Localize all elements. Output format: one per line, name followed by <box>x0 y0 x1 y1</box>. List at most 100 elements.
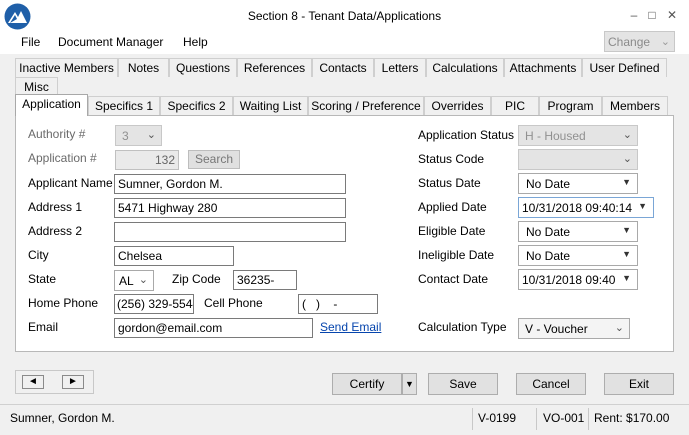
tab-letters[interactable]: Letters <box>374 58 426 77</box>
home-phone-label: Home Phone <box>28 296 99 310</box>
eligible-date-label: Eligible Date <box>418 224 486 238</box>
ineligible-date-label: Ineligible Date <box>418 248 495 262</box>
tab-scoring-preference[interactable]: Scoring / Preference <box>308 96 424 115</box>
menu-help[interactable]: Help <box>183 35 208 49</box>
status-tenant-name: Sumner, Gordon M. <box>10 411 115 425</box>
minimize-button[interactable]: – <box>626 8 642 22</box>
tab-references[interactable]: References <box>237 58 312 77</box>
address2-label: Address 2 <box>28 224 83 238</box>
chevron-down-icon: ⌄ <box>614 322 624 334</box>
applied-date-value: 10/31/2018 09:40:14 <box>522 201 633 215</box>
state-label: State <box>28 272 57 286</box>
tab-user-defined[interactable]: User Defined <box>582 58 667 77</box>
chevron-down-icon: ⌄ <box>660 36 670 48</box>
search-button[interactable]: Search <box>188 150 240 169</box>
status-code-select[interactable]: ⌄ <box>518 149 638 170</box>
previous-record-button[interactable]: ◄ <box>22 375 44 389</box>
caret-down-icon: ▼ <box>405 379 414 389</box>
address1-label: Address 1 <box>28 200 83 214</box>
change-dropdown[interactable]: Change ⌄ <box>604 31 675 52</box>
chevron-down-icon: ⌄ <box>146 129 156 141</box>
contact-date-picker[interactable]: 10/31/2018 09:40 ▼ <box>518 269 638 290</box>
state-value: AL <box>119 274 134 288</box>
change-dropdown-label: Change <box>608 35 651 49</box>
caret-down-icon: ▼ <box>622 225 631 235</box>
send-email-link[interactable]: Send Email <box>320 320 381 334</box>
status-date-label: Status Date <box>418 176 481 190</box>
state-select[interactable]: AL ⌄ <box>114 270 154 291</box>
zip-code-field[interactable]: 36235- <box>233 270 297 290</box>
arrow-left-icon: ◄ <box>28 376 38 387</box>
exit-button[interactable]: Exit <box>604 373 674 395</box>
address1-field[interactable]: 5471 Highway 280 <box>114 198 346 218</box>
tab-program[interactable]: Program <box>539 96 602 115</box>
tab-specifics-1[interactable]: Specifics 1 <box>88 96 160 115</box>
status-rent: Rent: $170.00 <box>594 411 670 425</box>
certify-dropdown-button[interactable]: ▼ <box>402 373 417 395</box>
cancel-button[interactable]: Cancel <box>516 373 586 395</box>
authority-value: 3 <box>122 129 129 143</box>
ineligible-date-picker[interactable]: No Date ▼ <box>518 245 638 266</box>
maximize-button[interactable]: □ <box>644 8 660 22</box>
calculation-type-select[interactable]: V - Voucher ⌄ <box>518 318 630 339</box>
caret-down-icon: ▼ <box>622 273 631 283</box>
city-label: City <box>28 248 49 262</box>
tab-waiting-list[interactable]: Waiting List <box>233 96 308 115</box>
email-field[interactable]: gordon@email.com <box>114 318 313 338</box>
cell-phone-label: Cell Phone <box>204 296 263 310</box>
home-phone-field[interactable]: (256) 329-5544 <box>114 294 194 314</box>
address2-field[interactable] <box>114 222 346 242</box>
status-vo-code: VO-001 <box>543 411 585 425</box>
close-button[interactable]: ✕ <box>664 8 680 22</box>
city-field[interactable]: Chelsea <box>114 246 234 266</box>
eligible-date-picker[interactable]: No Date ▼ <box>518 221 638 242</box>
chevron-down-icon: ⌄ <box>622 129 632 141</box>
status-separator <box>588 408 589 430</box>
ineligible-date-value: No Date <box>526 249 571 263</box>
application-status-value: H - Housed <box>525 129 586 143</box>
status-voucher-number: V-0199 <box>478 411 517 425</box>
chevron-down-icon: ⌄ <box>622 153 632 165</box>
caret-down-icon: ▼ <box>622 249 631 259</box>
application-status-label: Application Status <box>418 128 515 142</box>
calculation-type-value: V - Voucher <box>525 322 588 336</box>
tab-questions[interactable]: Questions <box>169 58 237 77</box>
tab-notes[interactable]: Notes <box>118 58 169 77</box>
status-separator <box>472 408 473 430</box>
certify-button[interactable]: Certify <box>332 373 402 395</box>
application-number-field[interactable]: 132 <box>115 150 179 170</box>
applicant-name-field[interactable]: Sumner, Gordon M. <box>114 174 346 194</box>
calculation-type-label: Calculation Type <box>418 320 507 334</box>
authority-select[interactable]: 3 ⌄ <box>115 125 162 146</box>
menu-document-manager[interactable]: Document Manager <box>58 35 163 49</box>
tab-inactive-members[interactable]: Inactive Members <box>15 58 118 77</box>
tab-pic[interactable]: PIC <box>491 96 539 115</box>
cell-phone-field[interactable]: ( ) - <box>298 294 378 314</box>
applicant-name-label: Applicant Name <box>28 176 113 190</box>
tab-members[interactable]: Members <box>602 96 668 115</box>
status-date-picker[interactable]: No Date ▼ <box>518 173 638 194</box>
applied-date-picker[interactable]: 10/31/2018 09:40:14 ▼ <box>518 197 654 218</box>
zip-code-label: Zip Code <box>172 272 221 286</box>
tab-calculations[interactable]: Calculations <box>426 58 504 77</box>
tab-attachments[interactable]: Attachments <box>504 58 582 77</box>
caret-down-icon: ▼ <box>638 201 647 211</box>
arrow-right-icon: ► <box>68 376 78 387</box>
menu-file[interactable]: File <box>21 35 40 49</box>
chevron-down-icon: ⌄ <box>138 274 148 286</box>
applied-date-label: Applied Date <box>418 200 487 214</box>
tab-specifics-2[interactable]: Specifics 2 <box>160 96 233 115</box>
status-code-label: Status Code <box>418 152 485 166</box>
authority-label: Authority # <box>28 127 86 141</box>
status-date-value: No Date <box>526 177 571 191</box>
window-title: Section 8 - Tenant Data/Applications <box>247 9 442 23</box>
tab-application[interactable]: Application <box>15 94 88 116</box>
caret-down-icon: ▼ <box>622 177 631 187</box>
contact-date-value: 10/31/2018 09:40 <box>522 273 616 287</box>
next-record-button[interactable]: ► <box>62 375 84 389</box>
contact-date-label: Contact Date <box>418 272 489 286</box>
tab-contacts[interactable]: Contacts <box>312 58 374 77</box>
application-status-select[interactable]: H - Housed ⌄ <box>518 125 638 146</box>
save-button[interactable]: Save <box>428 373 498 395</box>
tab-overrides[interactable]: Overrides <box>424 96 491 115</box>
